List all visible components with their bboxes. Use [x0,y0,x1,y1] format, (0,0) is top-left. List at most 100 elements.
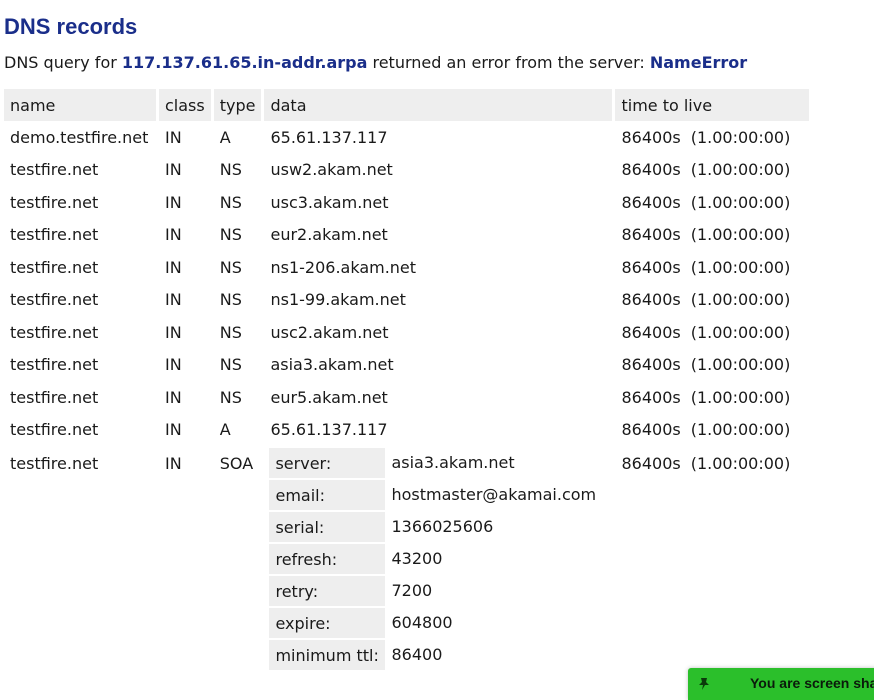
cell-type: NS [214,218,265,251]
cell-type: NS [214,251,265,284]
table-row: demo.testfire.net IN A 65.61.137.117 86400s (… [4,121,809,154]
dns-records-table: name class type data time to live demo.t… [4,89,810,670]
ttl-seconds: 86400s [621,454,681,473]
ttl-human: (1.00:00:00) [690,225,791,245]
table-row: testfire.net IN NS usc2.akam.net 86400s (1.00… [4,316,809,349]
cell-name: testfire.net [4,348,159,381]
ttl-seconds: 86400s [621,225,681,245]
soa-field-key: expire: [269,606,386,638]
ttl-seconds: 86400s [621,127,681,147]
soa-field-row: minimum ttl: 86400 [269,638,602,670]
cell-data: asia3.akam.net [264,348,616,381]
table-row: testfire.net IN NS ns1-206.akam.net 86400s (1… [4,251,809,284]
ttl-seconds: 86400s [621,160,681,180]
table-row: testfire.net IN A 65.61.137.117 86400s (1.00:… [4,413,809,447]
soa-field-value: 86400 [391,644,443,664]
cell-data: 65.61.137.117 [264,413,616,446]
ttl-human: (1.00:00:00) [690,160,791,180]
ttl-seconds: 86400s [621,257,681,277]
ttl-human: (1.00:00:00) [690,454,791,473]
cell-ttl: 86400s (1.00:00:00) [615,284,809,317]
cell-ttl: 86400s (1.00:00:00) [615,219,809,252]
cell-name: testfire.net [4,186,159,219]
table-row: testfire.net IN NS asia3.akam.net 86400s (1.0… [4,348,809,382]
cell-type: NS [214,283,265,316]
table-row: testfire.net IN NS eur5.akam.net 86400s (1.00… [4,381,809,414]
soa-field-key: refresh: [269,542,386,574]
cell-name: testfire.net [4,381,159,414]
cell-name: testfire.net [4,218,159,251]
error-name: NameError [649,53,748,72]
ttl-human: (1.00:00:00) [690,127,791,147]
soa-field-row: email: hostmaster@akamai.com [269,478,602,510]
cell-ttl: 86400s (1.00:00:00) [615,414,809,447]
cell-class: IN [159,186,214,219]
table-row: testfire.net IN NS ns1-99.akam.net 86400s (1.… [4,283,809,317]
ttl-human: (1.00:00:00) [690,257,791,277]
cell-name: testfire.net [4,316,159,349]
cell-ttl: 86400s (1.00:00:00) [615,251,809,284]
column-header-data: data [264,89,616,121]
soa-field-value: 7200 [391,580,433,600]
soa-field-value: 43200 [391,548,443,568]
cell-type: A [214,413,265,446]
ttl-seconds: 86400s [621,322,681,342]
soa-details-table: server: asia3.akam.net email: hostmaster@ak… [269,446,602,670]
column-header-type: type [213,89,265,121]
cell-data: usc3.akam.net [264,186,616,219]
cell-class: IN [159,316,214,349]
cell-ttl: 86400s (1.00:00:00) [615,349,809,382]
cell-type: NS [214,186,265,219]
cell-data: usc2.akam.net [264,316,616,349]
soa-field-key: minimum ttl: [269,638,386,670]
query-name: 117.137.61.65.in-addr.arpa [121,53,368,72]
cell-data: ns1-206.akam.net [264,251,616,284]
cell-ttl: 86400s (1.00:00:00) [615,154,809,187]
table-row: testfire.net IN NS usc3.akam.net 86400s (1.00… [4,186,809,219]
cell-type: NS [214,316,265,349]
soa-field-row: expire: 604800 [269,606,602,638]
cell-data: eur2.akam.net [264,218,616,251]
cell-data: 65.61.137.117 [264,121,616,154]
cell-type: SOA [214,446,265,670]
soa-field-row: server: asia3.akam.net [269,446,602,478]
column-header-ttl: time to live [615,89,810,121]
ttl-human: (1.00:00:00) [690,322,791,342]
cell-ttl: 86400s (1.00:00:00) [615,186,809,219]
ttl-seconds: 86400s [621,192,681,212]
table-row-soa: testfire.net IN SOA server: asia3.akam.net em… [4,446,809,670]
soa-field-key: email: [269,478,386,510]
cell-name: demo.testfire.net [4,121,159,154]
ttl-human: (1.00:00:00) [690,387,791,407]
soa-field-row: serial: 1366025606 [269,510,602,542]
ttl-seconds: 86400s [621,420,681,440]
ttl-human: (1.00:00:00) [690,290,791,310]
column-header-class: class [159,89,214,121]
soa-field-key: retry: [269,574,386,606]
cell-class: IN [159,251,214,284]
soa-field-row: refresh: 43200 [269,542,602,574]
ttl-seconds: 86400s [621,387,681,407]
soa-field-value: 1366025606 [391,516,494,536]
cell-class: IN [159,413,214,446]
cell-data-soa: server: asia3.akam.net email: hostmaster@ak… [264,446,616,670]
cell-class: IN [159,121,214,154]
cell-data: eur5.akam.net [264,381,616,414]
cell-name: testfire.net [4,283,159,316]
soa-field-value: hostmaster@akamai.com [391,484,597,504]
cell-name: testfire.net [4,446,159,670]
cell-ttl: 86400s (1.00:00:00) [615,316,809,349]
table-row: testfire.net IN NS eur2.akam.net 86400s (1.00… [4,218,809,252]
cell-data: ns1-99.akam.net [264,283,616,316]
cell-type: NS [214,348,265,381]
table-header-row: name class type data time to live [4,89,810,121]
cell-type: NS [214,153,265,186]
cell-type: A [214,121,265,154]
cell-type: NS [214,381,265,414]
cell-name: testfire.net [4,153,159,186]
page-title: DNS records [4,14,138,39]
soa-field-row: retry: 7200 [269,574,602,606]
screen-share-banner[interactable]: You are screen sha [688,668,874,700]
column-header-name: name [4,89,159,121]
cell-ttl: 86400s (1.00:00:00) [615,446,809,670]
